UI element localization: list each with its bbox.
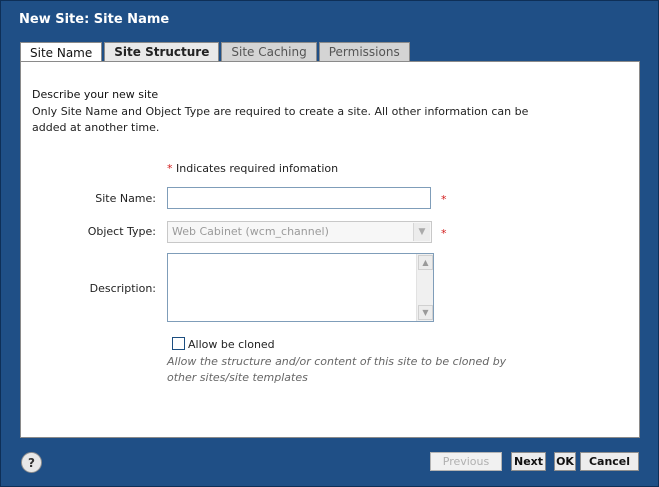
tab-label: Permissions	[328, 45, 400, 59]
cancel-button[interactable]: Cancel	[580, 452, 639, 471]
ok-button[interactable]: OK	[554, 452, 576, 471]
allow-clone-help: Allow the structure and/or content of th…	[167, 355, 507, 384]
allow-clone-label: Allow be cloned	[188, 338, 275, 351]
tab-permissions[interactable]: Permissions	[318, 42, 410, 61]
object-type-select[interactable]: Web Cabinet (wcm_channel) ▼	[167, 221, 432, 243]
tab-label: Site Name	[30, 45, 93, 60]
required-note-text: Indicates required infomation	[176, 162, 339, 175]
description-textarea[interactable]: ▲ ▼	[167, 253, 434, 322]
site-name-label: Site Name:	[95, 192, 156, 205]
site-name-required-star: *	[441, 193, 447, 206]
next-button[interactable]: Next	[511, 452, 546, 471]
scroll-down-icon[interactable]: ▼	[418, 305, 433, 320]
tab-panel: Describe your new site Only Site Name an…	[20, 61, 640, 438]
tab-bar: Site Name Site Structure Site Caching Pe…	[20, 42, 410, 62]
required-star: *	[167, 162, 173, 175]
object-type-required-star: *	[441, 227, 447, 240]
intro-text: Only Site Name and Object Type are requi…	[32, 105, 529, 134]
tab-site-caching[interactable]: Site Caching	[221, 42, 317, 61]
object-type-value: Web Cabinet (wcm_channel)	[172, 225, 329, 238]
allow-clone-checkbox[interactable]	[172, 337, 185, 350]
object-type-label: Object Type:	[87, 225, 156, 238]
previous-button[interactable]: Previous	[430, 452, 502, 471]
site-name-input[interactable]	[167, 187, 431, 209]
tab-site-name[interactable]: Site Name	[20, 42, 103, 62]
chevron-down-icon[interactable]: ▼	[413, 223, 430, 241]
description-label: Description:	[89, 282, 156, 295]
new-site-dialog: New Site: Site Name Site Name Site Struc…	[0, 0, 659, 487]
required-note: * Indicates required infomation	[167, 162, 338, 175]
tab-site-structure[interactable]: Site Structure	[104, 42, 220, 61]
tab-label: Site Caching	[231, 45, 307, 59]
intro-title: Describe your new site	[32, 88, 159, 101]
dialog-title: New Site: Site Name	[19, 12, 170, 27]
help-icon[interactable]: ?	[21, 452, 42, 473]
description-scrollbar[interactable]: ▲ ▼	[416, 254, 433, 321]
scroll-up-icon[interactable]: ▲	[418, 255, 433, 270]
tab-label: Site Structure	[114, 45, 210, 59]
